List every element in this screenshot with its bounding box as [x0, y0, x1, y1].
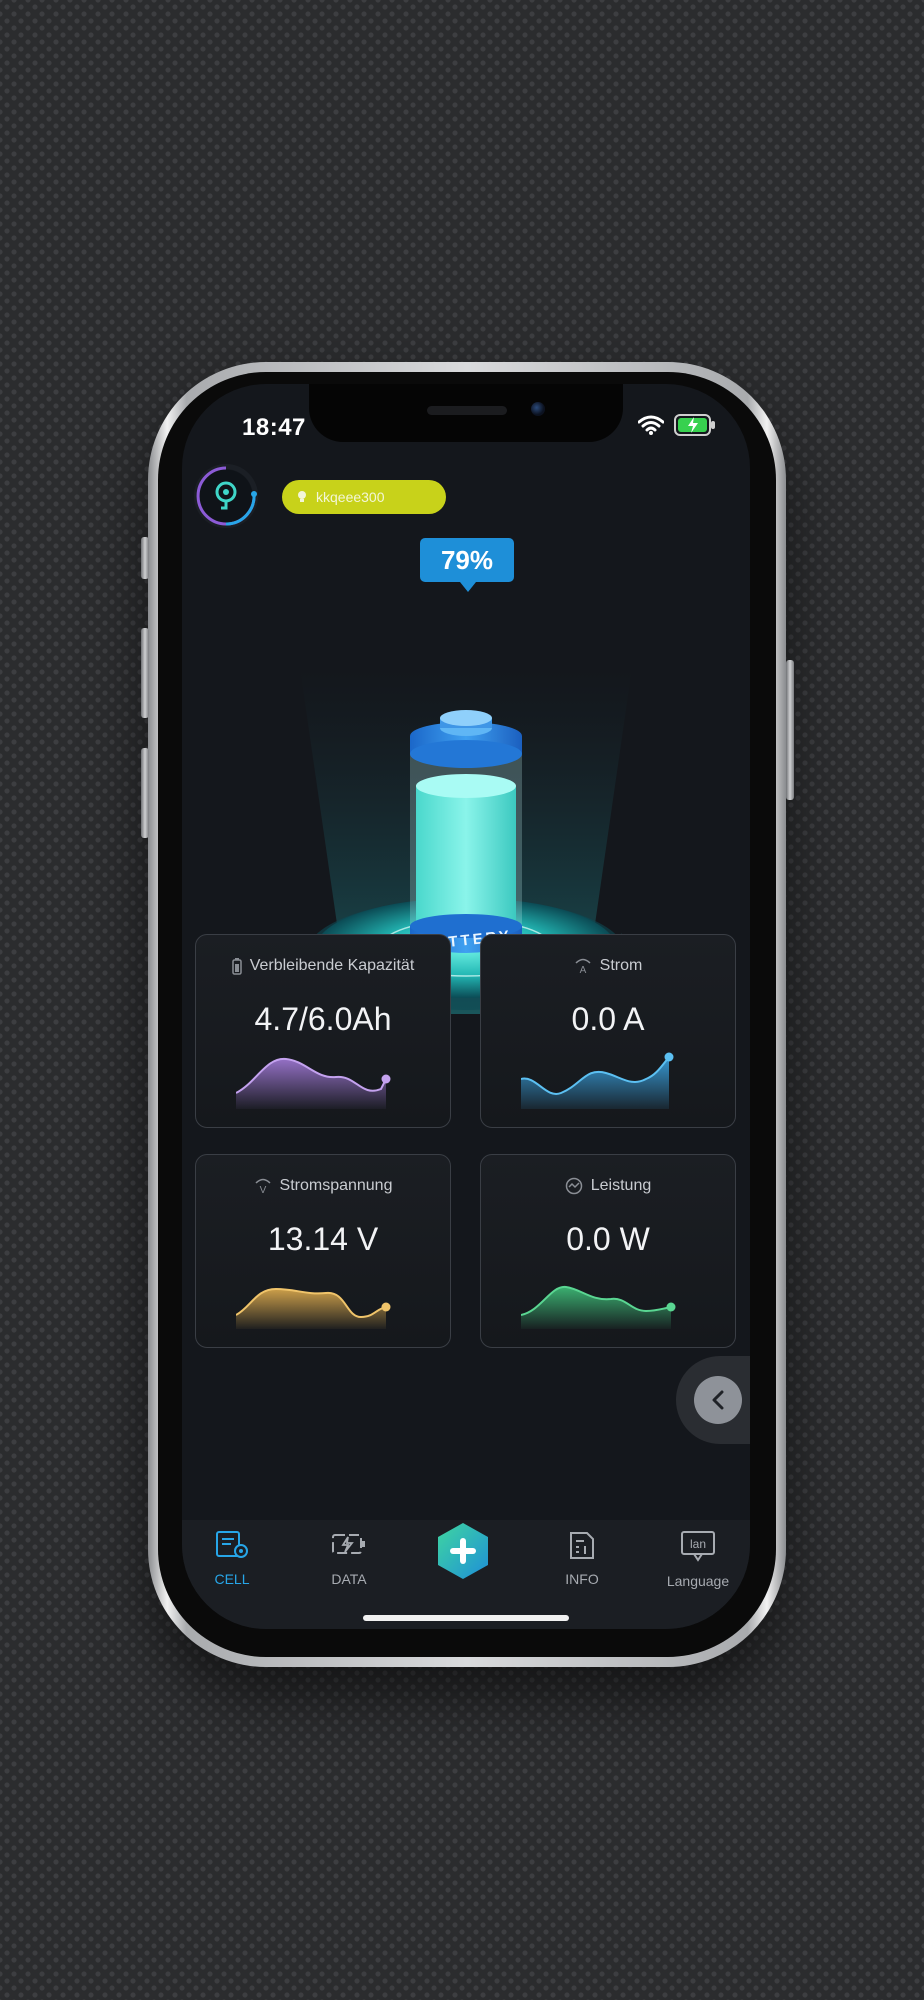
- tab-label: DATA: [331, 1571, 367, 1587]
- volume-down-button: [141, 748, 149, 838]
- battery-small-icon: [231, 958, 242, 975]
- add-button[interactable]: [434, 1522, 492, 1580]
- wifi-icon: [638, 415, 664, 435]
- current-icon: A: [575, 958, 591, 975]
- card-value: 13.14 V: [267, 1221, 379, 1257]
- device-name: kkqeee300: [316, 489, 385, 505]
- voltage-sparkline: [236, 1287, 391, 1329]
- tab-cell[interactable]: CELL: [182, 1530, 282, 1587]
- battery-status-icon: [674, 414, 716, 436]
- device-selector[interactable]: kkqeee300: [282, 480, 446, 514]
- tab-info[interactable]: INFO: [532, 1530, 632, 1587]
- card-value: 0.0 W: [566, 1221, 650, 1257]
- card-value: 0.0 A: [571, 1001, 645, 1037]
- battery-percent: 79%: [440, 544, 494, 575]
- app-screen: 18:47 kkqeee300 BATTERY 79% Verbleibende…: [182, 384, 750, 1629]
- card-title: Leistung: [590, 1177, 652, 1194]
- power-button: [786, 660, 794, 800]
- tab-data[interactable]: DATA: [299, 1530, 399, 1587]
- svg-text:V: V: [259, 1185, 266, 1195]
- notch: [309, 384, 623, 442]
- tab-label: INFO: [565, 1571, 599, 1587]
- cell-icon: [216, 1531, 248, 1558]
- chevron-left-icon: [712, 1390, 724, 1410]
- card-title: Strom: [599, 957, 643, 974]
- capacity-sparkline: [236, 1057, 391, 1109]
- silent-switch: [141, 537, 149, 579]
- language-icon-text: lan: [690, 1537, 706, 1551]
- data-icon: [332, 1534, 365, 1554]
- power-sparkline: [521, 1285, 676, 1329]
- language-icon: lan: [681, 1531, 715, 1562]
- side-drawer-tab[interactable]: [676, 1356, 750, 1444]
- current-sparkline: [521, 1052, 674, 1109]
- power-gauge-icon: [565, 1177, 582, 1195]
- card-current[interactable]: A Strom 0.0 A: [480, 934, 736, 1128]
- info-icon: [570, 1532, 594, 1559]
- volume-up-button: [141, 628, 149, 718]
- card-value: 4.7/6.0Ah: [254, 1001, 392, 1037]
- card-remaining-capacity[interactable]: Verbleibende Kapazität 4.7/6.0Ah: [195, 934, 451, 1128]
- tab-language[interactable]: lan Language: [648, 1530, 748, 1589]
- svg-text:A: A: [579, 965, 586, 975]
- drawer-toggle-button[interactable]: [694, 1376, 742, 1424]
- bulb-icon: [298, 491, 306, 502]
- card-title: Stromspannung: [279, 1177, 393, 1194]
- card-power[interactable]: Leistung 0.0 W: [480, 1154, 736, 1348]
- voltage-icon: V: [254, 1178, 271, 1195]
- tab-label: Language: [666, 1573, 730, 1589]
- card-title: Verbleibende Kapazität: [249, 957, 415, 974]
- plus-icon: [438, 1523, 488, 1579]
- status-time: 18:47: [242, 414, 306, 441]
- battery-percent-badge: 79%: [420, 538, 514, 592]
- tab-label: CELL: [214, 1571, 250, 1587]
- home-indicator[interactable]: [363, 1615, 569, 1621]
- app-logo[interactable]: [194, 464, 258, 528]
- card-voltage[interactable]: V Stromspannung 13.14 V: [195, 1154, 451, 1348]
